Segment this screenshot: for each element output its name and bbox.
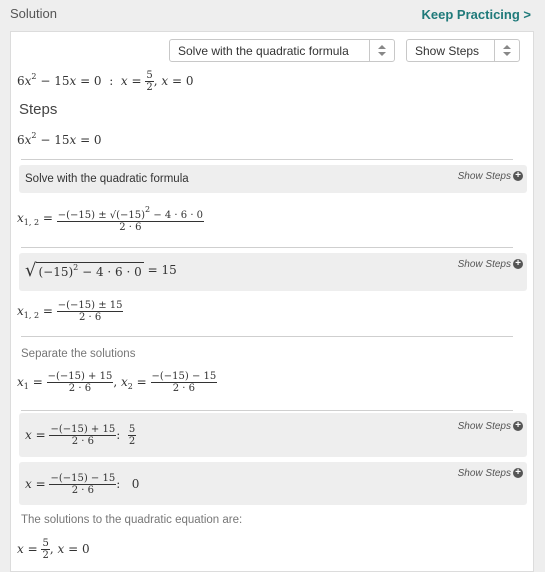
keep-practicing-link[interactable]: Keep Practicing > [422,7,531,22]
x1-value: 52 [127,424,137,447]
step-label: Solve with the quadratic formula [25,173,189,185]
formula-line-1: x1, 2 = −(−15) ± √(−15)2 − 4 · 6 · 02 · … [17,205,205,233]
show-steps-button[interactable]: Show Steps + [458,468,523,479]
separated-solutions: x1 = −(−15) + 15 2 · 6, x2 = −(−15) − 15 2… [17,371,218,394]
method-select[interactable]: Solve with the quadratic formula [169,39,395,62]
step-box-x2: x = −(−15) − 15 2 · 6: 0 Show Steps + [19,462,527,505]
show-steps-button[interactable]: Show Steps + [458,259,523,270]
formula-line-2: x1, 2 = −(−15) ± 15 2 · 6 [17,300,124,323]
divider [21,410,513,411]
steps-heading: Steps [19,101,58,118]
show-steps-button[interactable]: Show Steps + [458,421,523,432]
plus-circle-icon: + [513,171,523,182]
show-steps-button[interactable]: Show Steps + [458,171,523,182]
steps-select[interactable]: Show Steps [406,39,520,62]
method-select-value: Solve with the quadratic formula [178,44,349,58]
plus-circle-icon: + [513,468,523,479]
steps-select-value: Show Steps [415,44,480,58]
problem-line: 6x2 − 15x = 0 : x = 52, x = 0 [17,70,194,93]
step-box-quadratic-formula: Solve with the quadratic formula Show St… [19,165,527,193]
x1-expression: x = −(−15) + 15 2 · 6: 52 [25,424,137,447]
divider [21,247,513,248]
sqrt-expression: √ (−15)2 − 4 · 6 · 0 = 15 [25,260,177,281]
step-box-x1: x = −(−15) + 15 2 · 6: 52 Show Steps + [19,413,527,457]
x2-expression: x = −(−15) − 15 2 · 6: 0 [25,473,140,496]
divider [21,336,513,337]
chevron-updown-icon [369,40,394,61]
step-equation: 6x2 − 15x = 0 [17,131,102,147]
solution-panel: Solve with the quadratic formula Show St… [10,31,534,572]
separate-label: Separate the solutions [21,348,136,360]
chevron-updown-icon [494,40,519,61]
solution-title: Solution [10,6,57,21]
final-answer: x = 52, x = 0 [17,538,90,561]
plus-circle-icon: + [513,259,523,270]
conclusion-label: The solutions to the quadratic equation … [21,514,243,526]
plus-circle-icon: + [513,421,523,432]
step-box-sqrt: √ (−15)2 − 4 · 6 · 0 = 15 Show Steps + [19,253,527,291]
divider [21,159,513,160]
